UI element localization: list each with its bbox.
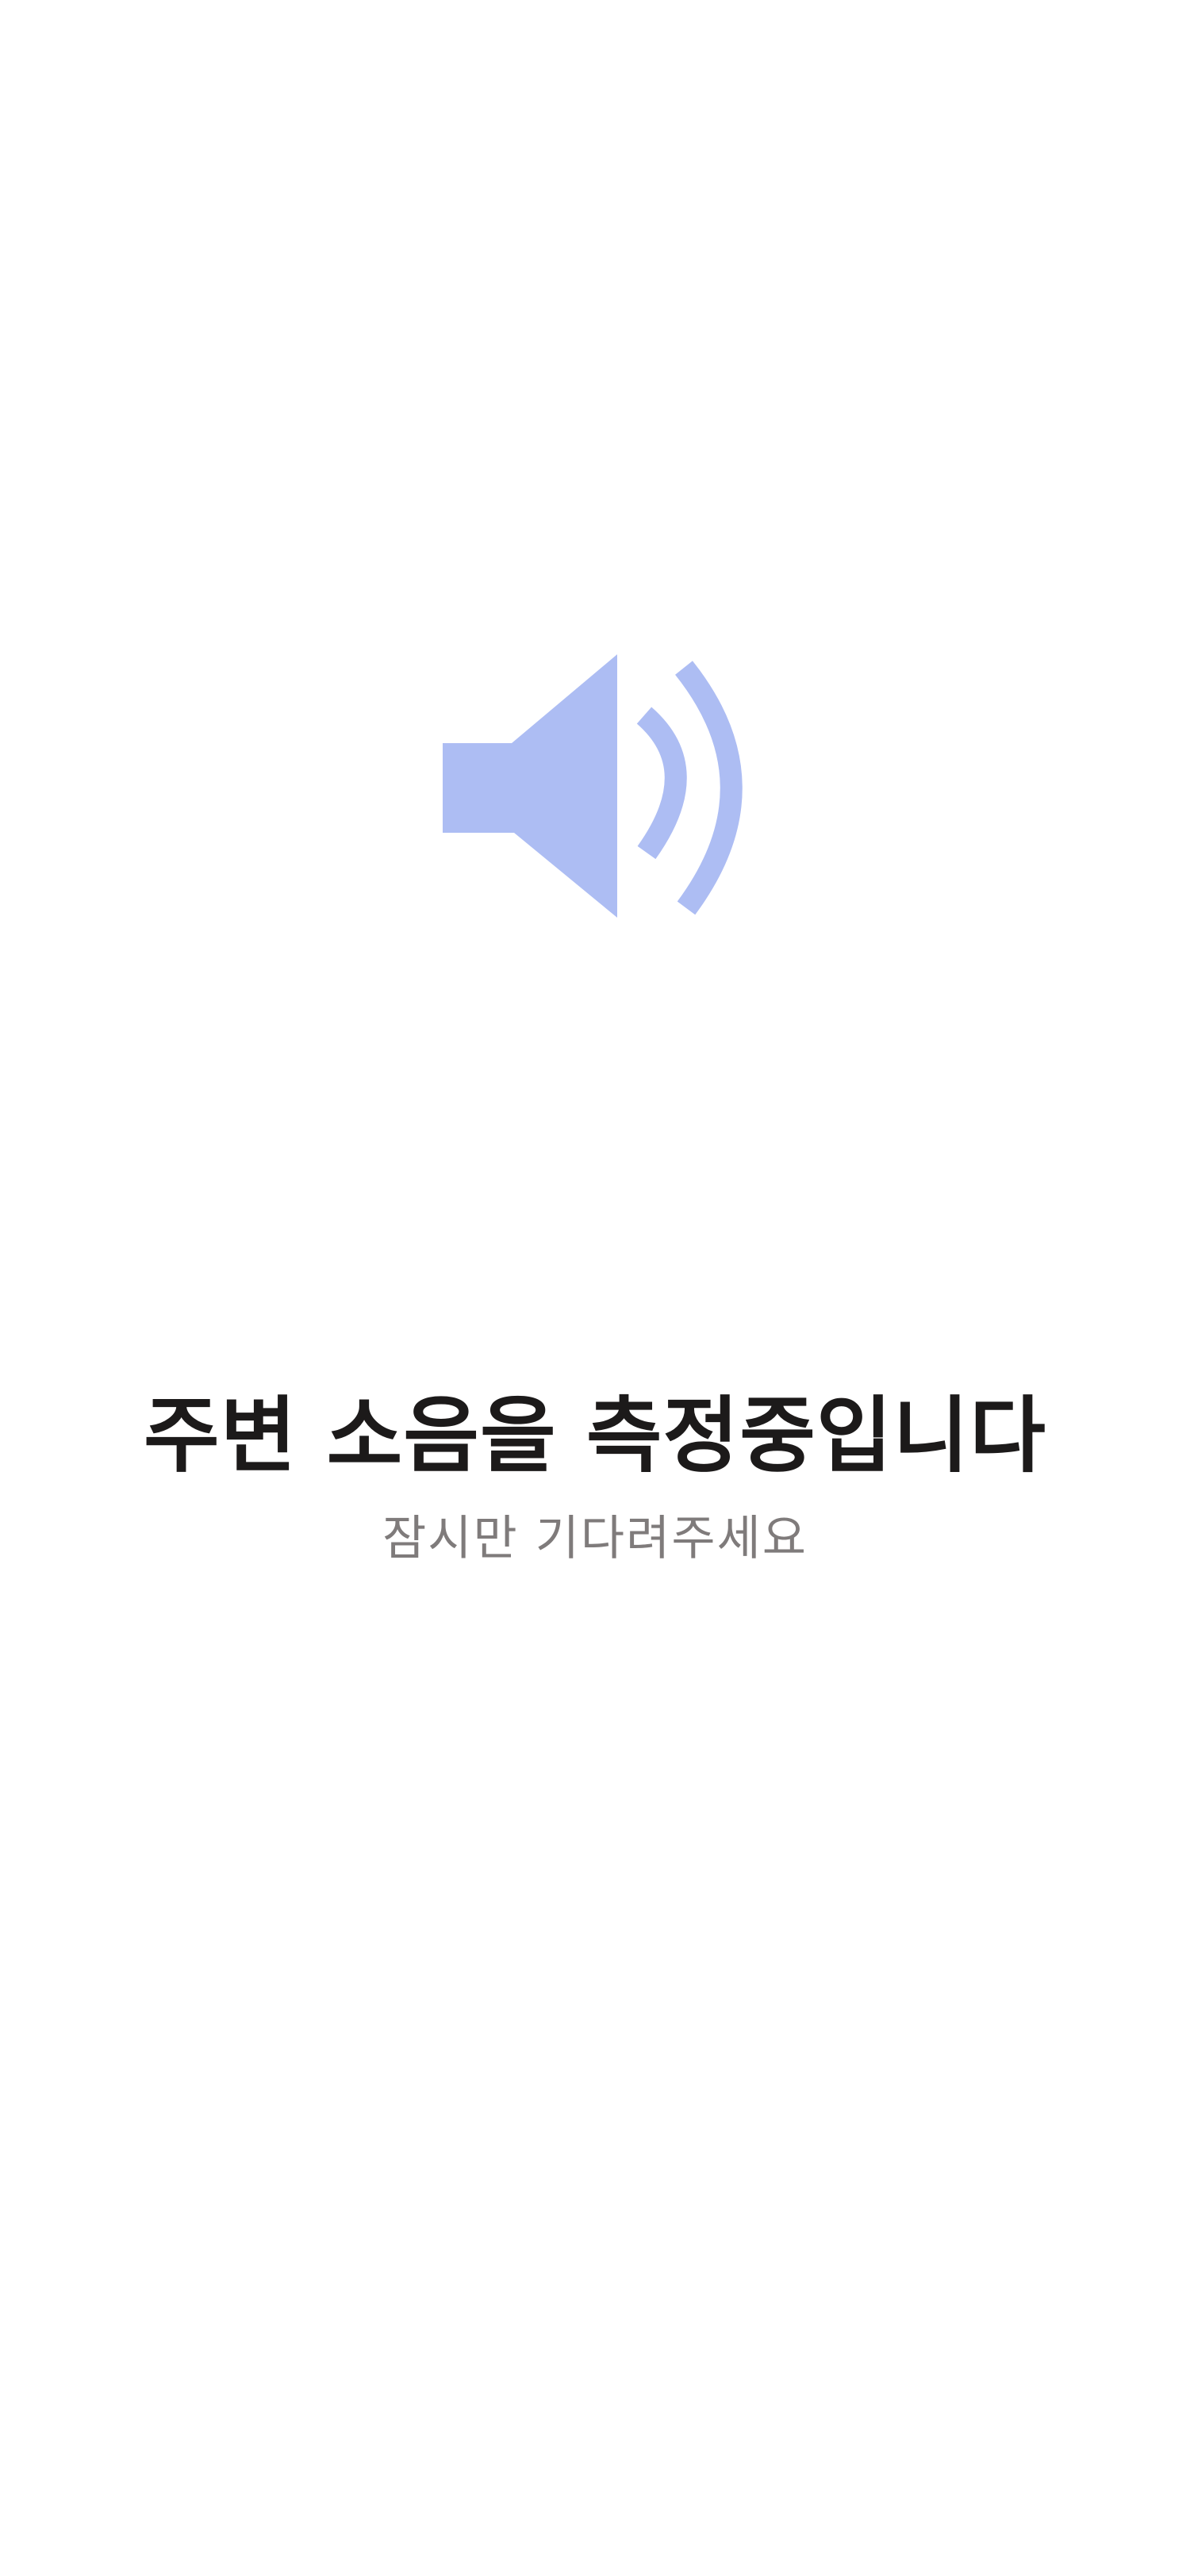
- please-wait-subtitle: 잠시만 기다려주세요: [382, 1511, 808, 1566]
- speaker-icon: [428, 642, 762, 920]
- measuring-title: 주변 소음을 측정중입니다: [144, 1387, 1046, 1484]
